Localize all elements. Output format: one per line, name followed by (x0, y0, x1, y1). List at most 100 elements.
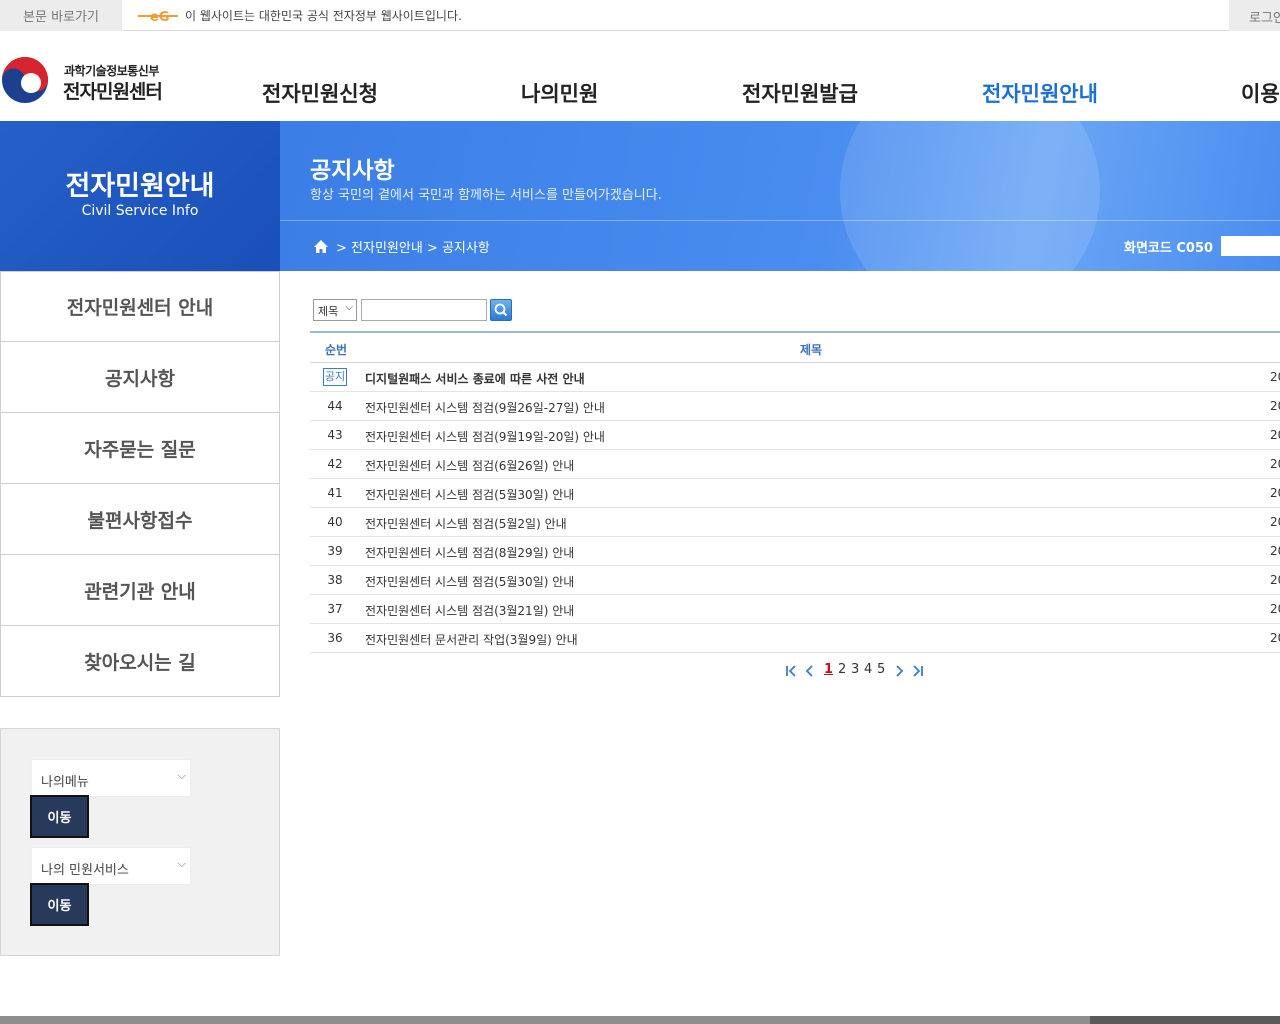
search-field-select[interactable]: 제목 ⌵ (313, 299, 357, 321)
page-description: 항상 국민의 곁에서 국민과 함께하는 서비스를 만들어가겠습니다. (310, 188, 662, 203)
my-menu-select-value: 나의메뉴 (41, 775, 89, 790)
taegeuk-emblem-icon (2, 57, 48, 103)
row-date: 20 (1270, 457, 1280, 471)
row-date: 20 (1270, 631, 1280, 645)
row-date: 20 (1270, 428, 1280, 442)
row-title-link[interactable]: 전자민원센터 시스템 점검(5월30일) 안내 (365, 486, 574, 503)
search-field-value: 제목 (318, 305, 339, 318)
row-number: 38 (327, 573, 343, 587)
gnb-my-civil[interactable]: 나의민원 (521, 78, 598, 108)
table-row[interactable]: 39 전자민원센터 시스템 점검(8월29일) 안내 20 (310, 537, 1280, 566)
side-menu-related-orgs[interactable]: 관련기관 안내 (0, 555, 280, 626)
gov-topbar: 본문 바로가기 eG 이 웹사이트는 대한민국 공식 전자정부 웹사이트입니다.… (0, 0, 1280, 31)
row-title-link[interactable]: 전자민원센터 시스템 점검(9월26일-27일) 안내 (365, 399, 605, 416)
svg-text:eG: eG (150, 10, 170, 24)
skip-to-content-link[interactable]: 본문 바로가기 (0, 0, 122, 31)
table-row[interactable]: 42 전자민원센터 시스템 점검(6월26일) 안내 20 (310, 450, 1280, 479)
search-input[interactable] (361, 299, 487, 321)
gnb-usage[interactable]: 이용안내 (1241, 78, 1280, 108)
table-row[interactable]: 37 전자민원센터 시스템 점검(3월21일) 안내 20 (310, 595, 1280, 624)
row-number: 41 (327, 486, 343, 500)
my-service-select[interactable]: 나의 민원서비스 ⌵ (31, 847, 191, 885)
breadcrumb: > 전자민원안내 > 공지사항 (336, 241, 490, 256)
row-number: 42 (327, 457, 343, 471)
prev-page-icon[interactable] (804, 665, 814, 677)
side-menu-notice[interactable]: 공지사항 (0, 342, 280, 413)
row-date: 20 (1270, 515, 1280, 529)
table-row[interactable]: 41 전자민원센터 시스템 점검(5월30일) 안내 20 (310, 479, 1280, 508)
first-page-icon[interactable] (785, 665, 797, 677)
gnb-issue[interactable]: 전자민원발급 (742, 78, 858, 108)
site-name: 전자민원센터 (63, 81, 163, 103)
gnb-info[interactable]: 전자민원안내 (982, 78, 1098, 108)
section-subtitle: Civil Service Info (81, 203, 199, 219)
footer-bar (0, 1016, 1280, 1024)
chevron-down-icon: ⌵ (177, 857, 186, 870)
row-date: 20 (1270, 602, 1280, 616)
last-page-icon[interactable] (912, 665, 924, 677)
table-row[interactable]: 40 전자민원센터 시스템 점검(5월2일) 안내 20 (310, 508, 1280, 537)
page-1[interactable]: 1 (824, 662, 833, 677)
side-menu-faq[interactable]: 자주묻는 질문 (0, 413, 280, 484)
row-title-link[interactable]: 전자민원센터 시스템 점검(8월29일) 안내 (365, 544, 574, 561)
gov-notice-text: 이 웹사이트는 대한민국 공식 전자정부 웹사이트입니다. (185, 9, 462, 23)
quick-menu-panel: 나의메뉴 ⌵ 이동 나의 민원서비스 ⌵ 이동 (0, 728, 280, 956)
login-link[interactable]: 로그인 (1229, 0, 1280, 31)
page-4[interactable]: 4 (864, 662, 872, 677)
section-title: 전자민원안내 (65, 171, 215, 202)
row-title-link[interactable]: 전자민원센터 시스템 점검(6월26일) 안내 (365, 457, 574, 474)
page-2[interactable]: 2 (838, 662, 846, 677)
home-icon[interactable] (313, 239, 329, 254)
table-row[interactable]: 38 전자민원센터 시스템 점검(5월30일) 안내 20 (310, 566, 1280, 595)
row-number: 39 (327, 544, 343, 558)
chevron-down-icon: ⌵ (177, 769, 186, 782)
footer-bar-accent (1090, 1016, 1280, 1024)
my-menu-go-button[interactable]: 이동 (30, 795, 89, 838)
page-3[interactable]: 3 (851, 662, 859, 677)
my-service-go-button[interactable]: 이동 (30, 883, 89, 926)
side-menu-directions[interactable]: 찾아오시는 길 (0, 626, 280, 697)
row-number: 36 (327, 631, 343, 645)
egov-logo-icon: eG (138, 10, 178, 24)
row-number: 40 (327, 515, 343, 529)
notice-table: 순번 제목 공지 디지털원패스 서비스 종료에 따른 사전 안내 20 44 전자민원센… (310, 331, 1280, 653)
screen-code-box (1221, 236, 1280, 256)
notice-row-pinned[interactable]: 공지 디지털원패스 서비스 종료에 따른 사전 안내 20 (310, 363, 1280, 392)
row-date: 20 (1270, 544, 1280, 558)
row-date: 20 (1270, 486, 1280, 500)
screen-code: 화면코드 C050 (1124, 241, 1214, 256)
my-menu-select[interactable]: 나의메뉴 ⌵ (31, 759, 191, 797)
row-number: 44 (327, 399, 343, 413)
row-date: 20 (1270, 399, 1280, 413)
banner-decoration (840, 121, 1100, 271)
page-title: 공지사항 (310, 158, 395, 184)
page-5[interactable]: 5 (877, 662, 885, 677)
row-title-link[interactable]: 전자민원센터 시스템 점검(5월2일) 안내 (365, 515, 567, 532)
side-menu: 전자민원센터 안내 공지사항 자주묻는 질문 불편사항접수 관련기관 안내 찾아… (0, 271, 280, 697)
table-header: 순번 제목 (310, 331, 1280, 363)
row-title-link[interactable]: 전자민원센터 시스템 점검(5월30일) 안내 (365, 573, 574, 590)
row-number: 43 (327, 428, 343, 442)
column-header-title: 제목 (800, 343, 823, 357)
row-title-link[interactable]: 디지털원패스 서비스 종료에 따른 사전 안내 (365, 370, 585, 387)
search-button[interactable] (490, 299, 512, 321)
table-row[interactable]: 43 전자민원센터 시스템 점검(9월19일-20일) 안내 20 (310, 421, 1280, 450)
row-date: 20 (1270, 573, 1280, 587)
row-title-link[interactable]: 전자민원센터 시스템 점검(3월21일) 안내 (365, 602, 574, 619)
row-number: 37 (327, 602, 343, 616)
side-menu-complaint[interactable]: 불편사항접수 (0, 484, 280, 555)
section-title-block: 전자민원안내 Civil Service Info (0, 121, 280, 271)
row-title-link[interactable]: 전자민원센터 문서관리 작업(3월9일) 안내 (365, 631, 578, 648)
my-service-select-value: 나의 민원서비스 (41, 863, 129, 878)
column-header-num: 순번 (325, 343, 348, 357)
side-menu-center-info[interactable]: 전자민원센터 안내 (0, 271, 280, 342)
table-row[interactable]: 36 전자민원센터 문서관리 작업(3월9일) 안내 20 (310, 624, 1280, 653)
table-row[interactable]: 44 전자민원센터 시스템 점검(9월26일-27일) 안내 20 (310, 392, 1280, 421)
row-date: 20 (1270, 370, 1280, 384)
row-title-link[interactable]: 전자민원센터 시스템 점검(9월19일-20일) 안내 (365, 428, 605, 445)
next-page-icon[interactable] (895, 665, 905, 677)
chevron-down-icon: ⌵ (345, 302, 353, 313)
page-banner: 공지사항 항상 국민의 곁에서 국민과 함께하는 서비스를 만들어가겠습니다. … (280, 121, 1280, 271)
banner-divider (280, 220, 1280, 221)
gnb-apply[interactable]: 전자민원신청 (262, 78, 378, 108)
